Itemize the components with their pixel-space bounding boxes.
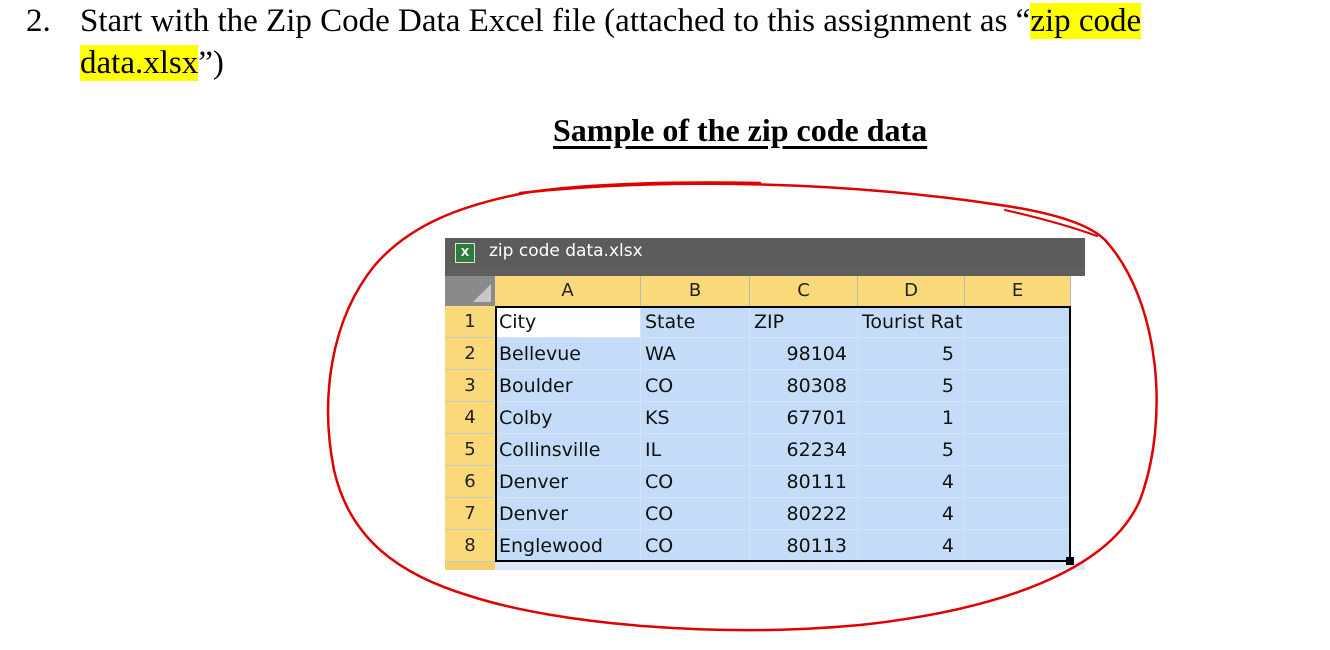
cell-a7[interactable]: Denver [495,498,641,530]
cell-b1[interactable]: State [641,306,750,338]
highlighted-filename-part-2: data.xlsx [80,45,199,81]
cell-d2[interactable]: 5 [858,338,965,370]
cell-b2[interactable]: WA [641,338,750,370]
excel-window: X zip code data.xlsx A B C D E 1 2 3 4 5 6 7 8 City St… [445,238,1085,570]
cell-a6[interactable]: Denver [495,466,641,498]
row-header-5[interactable]: 5 [445,434,495,466]
cell-d6[interactable]: 4 [858,466,965,498]
column-header-c[interactable]: C [750,276,858,306]
cell-e7[interactable] [965,498,1071,530]
column-header-d[interactable]: D [858,276,965,306]
cell-d3[interactable]: 5 [858,370,965,402]
section-heading: Sample of the zip code data [553,112,928,148]
cell-d5[interactable]: 5 [858,434,965,466]
cell-c5[interactable]: 62234 [750,434,858,466]
list-number: 2. [26,3,51,39]
column-header-b[interactable]: B [641,276,750,306]
cell-e2[interactable] [965,338,1071,370]
cell-c2[interactable]: 98104 [750,338,858,370]
cell-b4[interactable]: KS [641,402,750,434]
cell-c6[interactable]: 80111 [750,466,858,498]
row-header-4[interactable]: 4 [445,402,495,434]
cell-d8[interactable]: 4 [858,530,965,562]
row-header-3[interactable]: 3 [445,370,495,402]
cell-a3[interactable]: Boulder [495,370,641,402]
row-header-7[interactable]: 7 [445,498,495,530]
column-header-e[interactable]: E [965,276,1071,306]
highlighted-filename-part-1: zip code [1030,3,1142,39]
row-header-6[interactable]: 6 [445,466,495,498]
cell-e1[interactable] [965,306,1071,338]
item-text-before: Start with the Zip Code Data Excel file … [80,3,1031,39]
cell-c1[interactable]: ZIP [750,306,858,338]
cell-b8[interactable]: CO [641,530,750,562]
cell-c4[interactable]: 67701 [750,402,858,434]
cell-c3[interactable]: 80308 [750,370,858,402]
cell-c8[interactable]: 80113 [750,530,858,562]
cell-d4[interactable]: 1 [858,402,965,434]
cell-a1[interactable]: City [495,306,641,338]
cell-a5[interactable]: Collinsville [495,434,641,466]
cell-e5[interactable] [965,434,1071,466]
cell-e6[interactable] [965,466,1071,498]
cell-d1[interactable]: Tourist Rating [858,306,965,338]
cell-b6[interactable]: CO [641,466,750,498]
grid-edge [1071,306,1085,570]
row-header-1[interactable]: 1 [445,306,495,338]
column-header-a[interactable]: A [495,276,641,306]
spreadsheet-grid: ABCDE12345678CityStateZIPTourist RatingB… [445,276,1085,570]
cell-e4[interactable] [965,402,1071,434]
cell-e8[interactable] [965,530,1071,562]
cell-c7[interactable]: 80222 [750,498,858,530]
partial-row-9 [445,562,1085,570]
cell-b5[interactable]: IL [641,434,750,466]
red-circle-tail [1004,209,1098,237]
cell-b3[interactable]: CO [641,370,750,402]
cell-b7[interactable]: CO [641,498,750,530]
cell-d7[interactable]: 4 [858,498,965,530]
cell-a8[interactable]: Englewood [495,530,641,562]
row-header-8[interactable]: 8 [445,530,495,562]
cell-a4[interactable]: Colby [495,402,641,434]
excel-icon: X [455,243,475,263]
excel-title-bar: X zip code data.xlsx [445,238,1085,268]
select-all-corner[interactable] [445,276,495,306]
excel-file-name: zip code data.xlsx [489,241,643,261]
row-header-2[interactable]: 2 [445,338,495,370]
fill-handle[interactable] [1066,557,1074,565]
item-text-after: ”) [198,45,224,81]
cell-a2[interactable]: Bellevue [495,338,641,370]
cell-e3[interactable] [965,370,1071,402]
list-item-text: Start with the Zip Code Data Excel file … [80,0,1300,84]
